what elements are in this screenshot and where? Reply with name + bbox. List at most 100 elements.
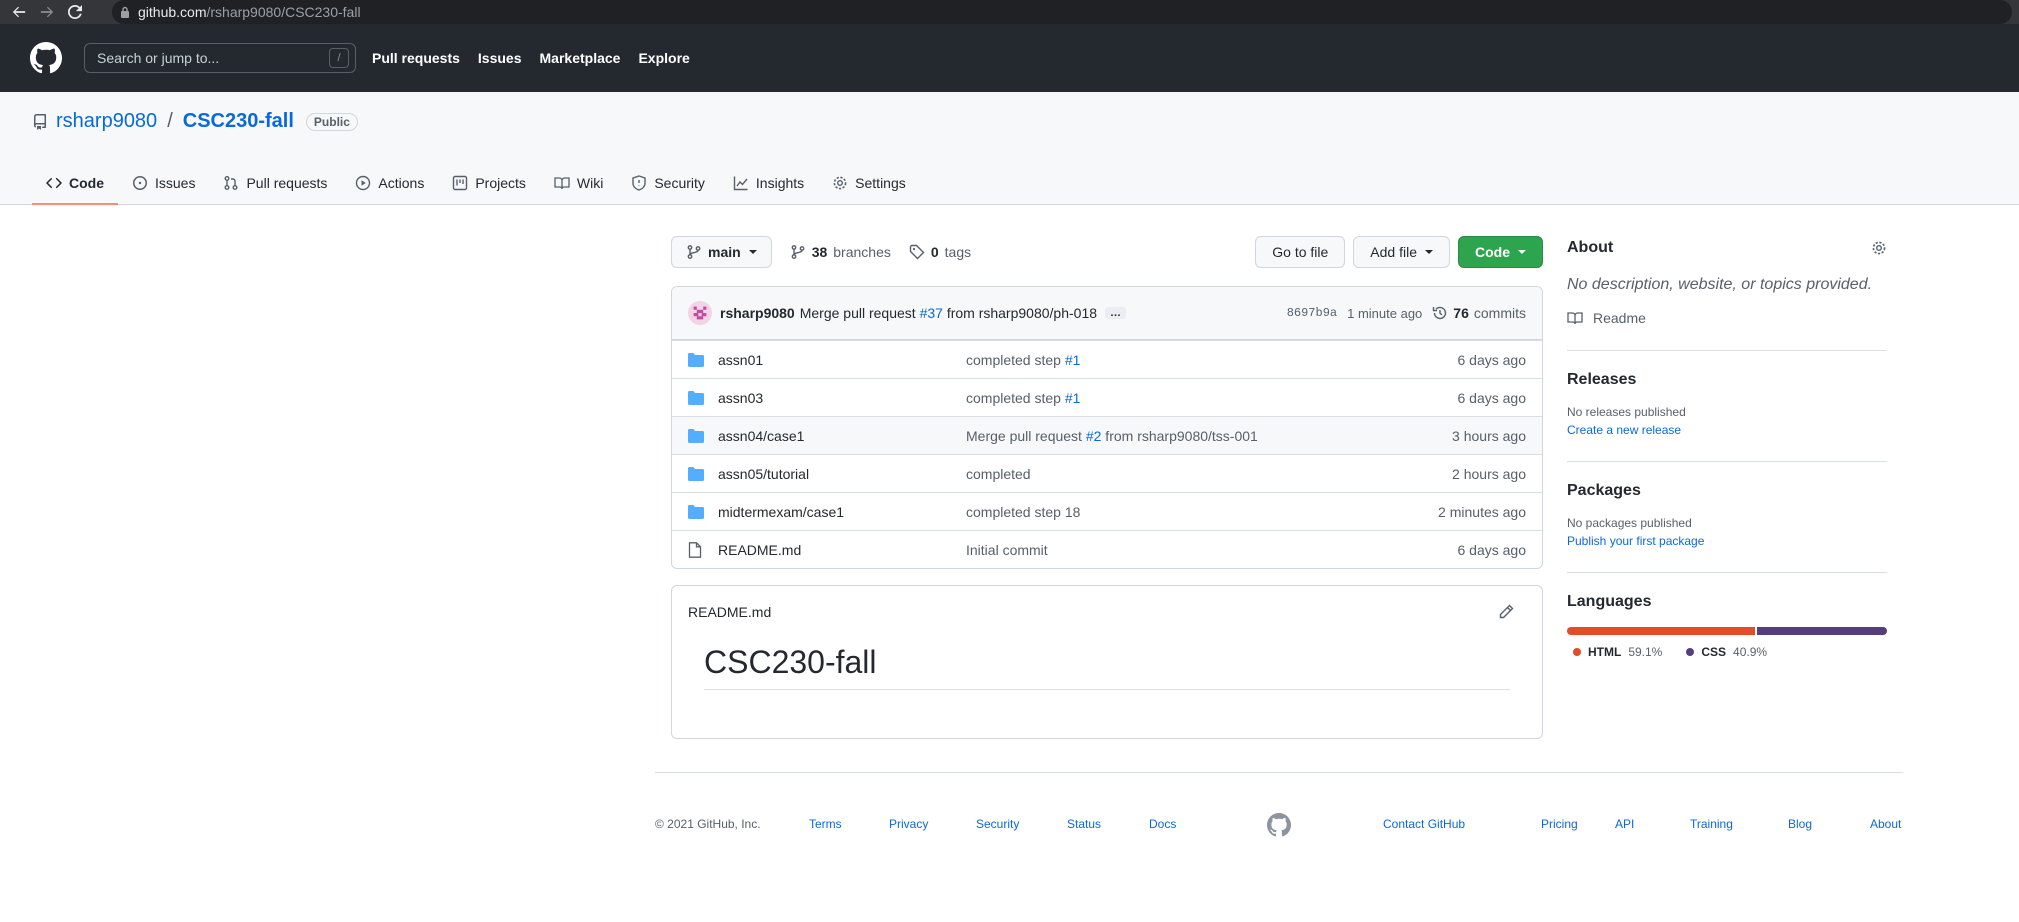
file-commit-link[interactable]: #1 bbox=[1065, 352, 1081, 368]
footer-link-security[interactable]: Security bbox=[976, 817, 1019, 831]
add-file-button[interactable]: Add file bbox=[1353, 236, 1450, 268]
footer-link-privacy[interactable]: Privacy bbox=[889, 817, 928, 831]
file-commit-link[interactable]: #1 bbox=[1065, 390, 1081, 406]
languages-section: Languages HTML 59.1% CSS 40.9% bbox=[1567, 572, 1887, 659]
tab-pull-requests[interactable]: Pull requests bbox=[209, 162, 341, 204]
repo-title: rsharp9080 / CSC230-fall Public bbox=[32, 110, 358, 133]
tab-code[interactable]: Code bbox=[32, 162, 118, 205]
file-age: 2 minutes ago bbox=[1438, 503, 1526, 520]
address-bar[interactable]: github.com/rsharp9080/CSC230-fall bbox=[112, 0, 2012, 24]
expand-commit-button[interactable]: … bbox=[1105, 307, 1127, 319]
nav-issues[interactable]: Issues bbox=[478, 50, 522, 66]
file-row[interactable]: README.md Initial commit 6 days ago bbox=[672, 530, 1542, 568]
nav-marketplace[interactable]: Marketplace bbox=[540, 50, 621, 66]
footer-link-terms[interactable]: Terms bbox=[809, 817, 842, 831]
code-icon bbox=[46, 175, 62, 191]
commit-sha[interactable]: 8697b9a bbox=[1287, 306, 1337, 320]
commit-author[interactable]: rsharp9080 bbox=[720, 305, 795, 321]
footer-link-api[interactable]: API bbox=[1615, 817, 1634, 831]
commits-link[interactable]: 76 commits bbox=[1432, 305, 1526, 321]
tab-settings[interactable]: Settings bbox=[818, 162, 920, 204]
repo-sidebar: About No description, website, or topics… bbox=[1567, 236, 1887, 659]
folder-icon bbox=[688, 428, 704, 443]
go-to-file-button[interactable]: Go to file bbox=[1255, 236, 1346, 268]
repo-owner-link[interactable]: rsharp9080 bbox=[56, 110, 157, 133]
readme-panel: README.md CSC230-fall bbox=[671, 585, 1543, 739]
file-row[interactable]: assn01 completed step #1 6 days ago bbox=[672, 340, 1542, 378]
about-description: No description, website, or topics provi… bbox=[1567, 276, 1873, 293]
readme-link[interactable]: Readme bbox=[1567, 310, 1887, 326]
footer-link-pricing[interactable]: Pricing bbox=[1541, 817, 1578, 831]
back-arrow-icon[interactable] bbox=[10, 3, 28, 21]
tab-wiki[interactable]: Wiki bbox=[540, 162, 617, 204]
footer-link-contact[interactable]: Contact GitHub bbox=[1383, 817, 1465, 831]
file-name[interactable]: midtermexam/case1 bbox=[718, 504, 966, 520]
nav-explore[interactable]: Explore bbox=[638, 50, 689, 66]
code-button[interactable]: Code bbox=[1458, 236, 1543, 268]
file-commit-link[interactable]: #2 bbox=[1086, 428, 1102, 444]
tab-actions[interactable]: Actions bbox=[341, 162, 438, 204]
footer-link-training[interactable]: Training bbox=[1690, 817, 1733, 831]
gear-icon[interactable] bbox=[1871, 240, 1887, 256]
language-bar-segment bbox=[1756, 627, 1887, 635]
tab-issues-label: Issues bbox=[155, 175, 196, 191]
releases-title[interactable]: Releases bbox=[1567, 371, 1887, 389]
file-row[interactable]: assn04/case1 Merge pull request #2 from … bbox=[672, 416, 1542, 454]
tab-issues[interactable]: Issues bbox=[118, 162, 209, 204]
create-release-link[interactable]: Create a new release bbox=[1567, 423, 1887, 437]
publish-package-link[interactable]: Publish your first package bbox=[1567, 534, 1887, 548]
packages-title[interactable]: Packages bbox=[1567, 482, 1887, 500]
file-age: 6 days ago bbox=[1457, 541, 1527, 558]
latest-commit-bar: rsharp9080 Merge pull request #37 from r… bbox=[672, 287, 1542, 340]
global-header: Search or jump to... / Pull requests Iss… bbox=[0, 24, 2019, 92]
file-commit-message: completed bbox=[966, 466, 1452, 482]
languages-title: Languages bbox=[1567, 593, 1652, 610]
file-browser: main 38 branches 0 tags Go to file Add f… bbox=[671, 236, 1543, 739]
reload-icon[interactable] bbox=[66, 3, 84, 21]
tags-link[interactable]: 0 tags bbox=[909, 244, 971, 260]
tab-insights[interactable]: Insights bbox=[719, 162, 818, 204]
file-commit-message: completed step #1 bbox=[966, 390, 1458, 406]
footer-link-status[interactable]: Status bbox=[1067, 817, 1101, 831]
commit-message[interactable]: Merge pull request #37 from rsharp9080/p… bbox=[800, 305, 1097, 321]
file-row[interactable]: assn03 completed step #1 6 days ago bbox=[672, 378, 1542, 416]
nav-pull-requests[interactable]: Pull requests bbox=[372, 50, 460, 66]
file-name[interactable]: assn01 bbox=[718, 352, 966, 368]
file-name[interactable]: README.md bbox=[718, 542, 966, 558]
file-name[interactable]: assn04/case1 bbox=[718, 428, 966, 444]
footer-link-docs[interactable]: Docs bbox=[1149, 817, 1176, 831]
file-commit-message: completed step #1 bbox=[966, 352, 1458, 368]
graph-icon bbox=[733, 175, 749, 191]
commit-info: 8697b9a 1 minute ago 76 commits bbox=[1287, 305, 1526, 321]
file-commit-text: completed bbox=[966, 465, 1031, 482]
github-mark-icon[interactable] bbox=[1267, 813, 1291, 837]
tab-projects[interactable]: Projects bbox=[438, 162, 540, 204]
footer-link-blog[interactable]: Blog bbox=[1788, 817, 1812, 831]
commit-pr-link[interactable]: #37 bbox=[920, 305, 943, 321]
pencil-icon[interactable] bbox=[1498, 604, 1514, 620]
github-logo-icon[interactable] bbox=[30, 42, 62, 74]
file-row[interactable]: midtermexam/case1 completed step 18 2 mi… bbox=[672, 492, 1542, 530]
file-age: 3 hours ago bbox=[1452, 427, 1526, 444]
footer-link-about[interactable]: About bbox=[1870, 817, 1901, 831]
branch-select-button[interactable]: main bbox=[671, 236, 772, 268]
search-input[interactable]: Search or jump to... / bbox=[84, 43, 356, 73]
file-list: rsharp9080 Merge pull request #37 from r… bbox=[671, 286, 1543, 569]
shield-icon bbox=[631, 175, 647, 191]
folder-icon bbox=[688, 504, 704, 519]
file-row[interactable]: assn05/tutorial completed 2 hours ago bbox=[672, 454, 1542, 492]
avatar[interactable] bbox=[688, 301, 712, 325]
tab-security[interactable]: Security bbox=[617, 162, 719, 204]
readme-heading: CSC230-fall bbox=[704, 644, 1510, 690]
language-item-css[interactable]: CSS 40.9% bbox=[1686, 645, 1767, 659]
forward-arrow-icon[interactable] bbox=[38, 3, 56, 21]
folder-icon bbox=[688, 390, 704, 405]
branches-link[interactable]: 38 branches bbox=[790, 244, 891, 260]
commits-label: commits bbox=[1473, 305, 1526, 321]
tab-actions-label: Actions bbox=[378, 175, 425, 191]
book-icon bbox=[1567, 310, 1583, 326]
repo-name-link[interactable]: CSC230-fall bbox=[183, 110, 294, 133]
file-name[interactable]: assn03 bbox=[718, 390, 966, 406]
language-item-html[interactable]: HTML 59.1% bbox=[1573, 645, 1662, 659]
file-name[interactable]: assn05/tutorial bbox=[718, 466, 966, 482]
